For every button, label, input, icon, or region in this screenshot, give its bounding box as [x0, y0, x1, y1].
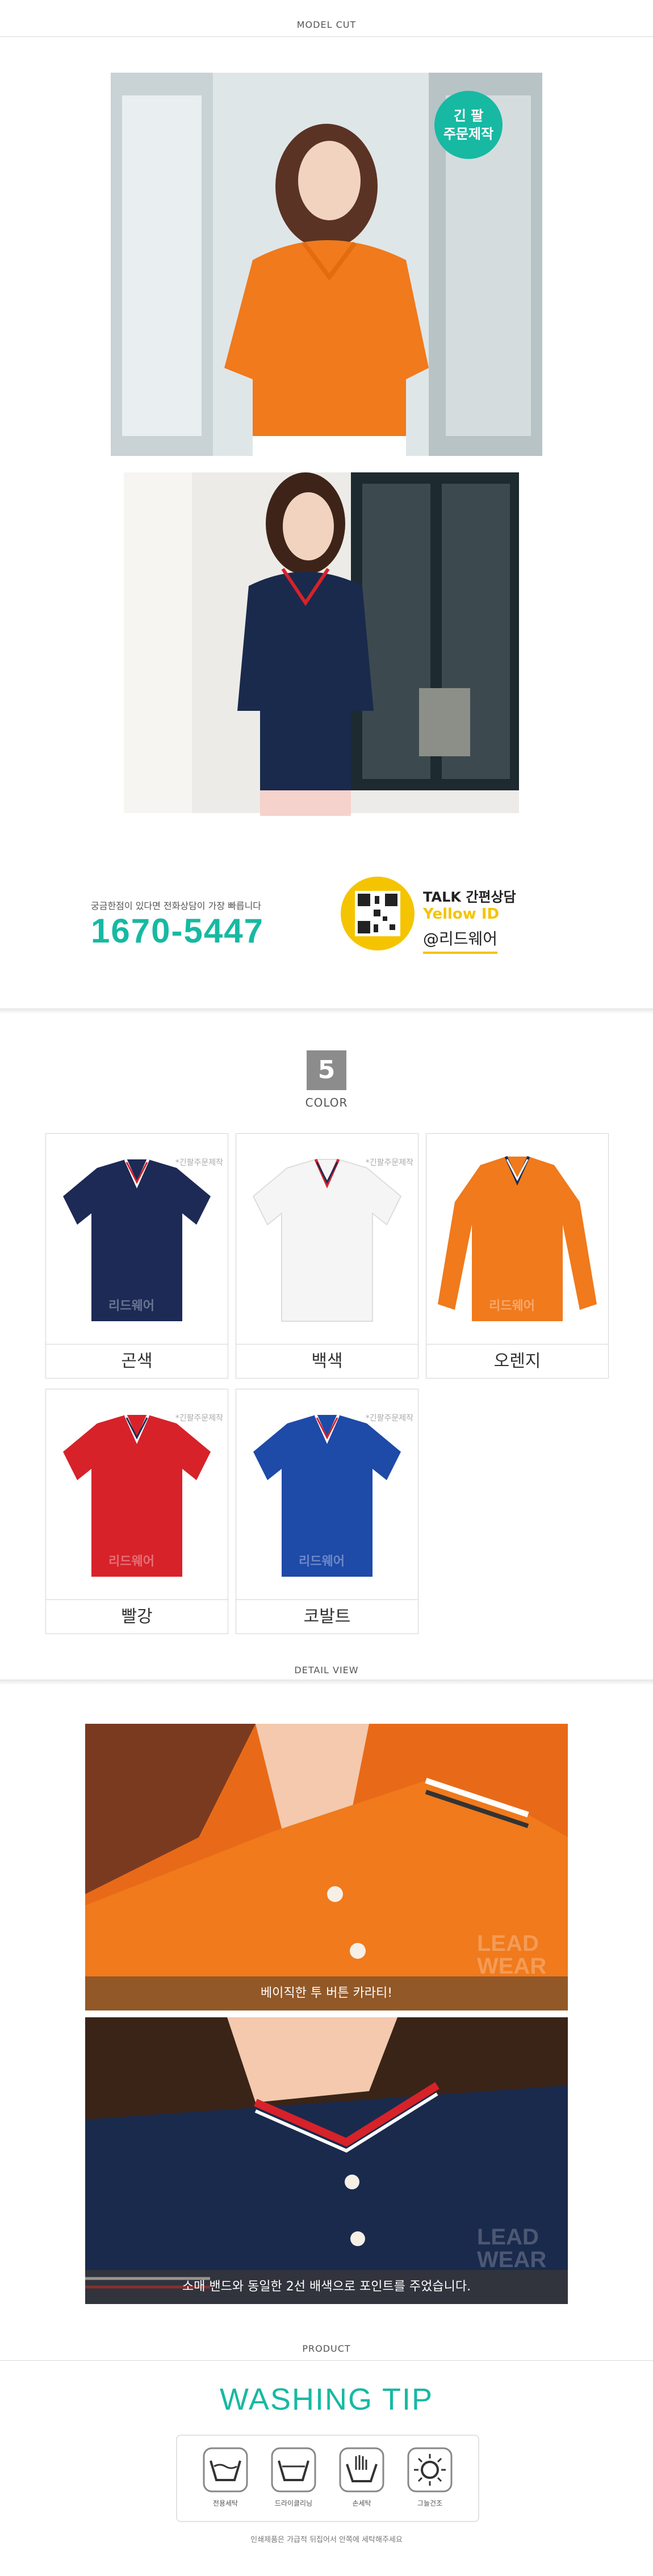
talk-label: TALK	[423, 889, 461, 905]
detail-photo-navy: LEAD WEAR 소매 밴드와 동일한 2선 배색으로 포인트를 주었습니다.	[85, 2017, 568, 2304]
washing-tip-box: 전용세탁 드라이클리닝 손세탁 그늘건조	[176, 2435, 479, 2522]
talk-consult-label: TALK 간편상담	[423, 886, 516, 906]
model-photo-navy	[124, 472, 519, 857]
yellow-id-label: Yellow ID	[423, 906, 500, 923]
swatch-card-cobalt[interactable]: *긴팔주문제작 리드웨어 코발트	[236, 1389, 418, 1634]
product-title: PRODUCT	[302, 2343, 351, 2354]
dry-clean-icon	[271, 2447, 316, 2493]
swatch-label-white: 백색	[236, 1344, 418, 1379]
swatch-card-orange[interactable]: 리드웨어 오렌지	[426, 1133, 609, 1379]
section-shadow	[0, 1679, 653, 1685]
shade-dry-icon	[407, 2447, 453, 2493]
swatch-card-white[interactable]: *긴팔주문제작 백색	[236, 1133, 418, 1379]
order-badge: 긴 팔 주문제작	[434, 91, 503, 159]
watermark-logo: 리드웨어	[108, 1555, 154, 1569]
color-title: COLOR	[305, 1096, 348, 1109]
swatch-card-navy[interactable]: *긴팔주문제작 리드웨어 곤색	[45, 1133, 228, 1379]
section-shadow	[0, 1008, 653, 1014]
wash-item-1: 전용세탁	[194, 2447, 257, 2510]
swatch-note: *긴팔주문제작	[175, 1158, 223, 1167]
swatch-note: *긴팔주문제작	[175, 1414, 223, 1423]
detail-photo-orange: LEAD WEAR 베이직한 투 버튼 카라티!	[85, 1724, 568, 2010]
badge-line1: 긴 팔	[453, 108, 484, 124]
washing-tip-title: WASHING TIP	[219, 2382, 434, 2416]
badge-line2: 주문제작	[443, 126, 494, 142]
detail-caption-1: 베이직한 투 버튼 카라티!	[85, 1976, 568, 2010]
swatch-card-red[interactable]: *긴팔주문제작 리드웨어 빨강	[45, 1389, 228, 1634]
swatch-label-cobalt: 코발트	[236, 1599, 418, 1634]
swatch-label-red: 빨강	[46, 1599, 228, 1634]
hand-wash-icon	[339, 2447, 384, 2493]
swatch-label-navy: 곤색	[46, 1344, 228, 1379]
contact-phone[interactable]: 1670-5447	[91, 911, 318, 950]
svg-text:WEAR: WEAR	[477, 2247, 546, 2272]
consult-label: 간편상담	[466, 889, 516, 905]
svg-text:LEAD: LEAD	[477, 1931, 539, 1956]
svg-text:LEAD: LEAD	[477, 2225, 539, 2250]
section-divider	[0, 2360, 653, 2361]
watermark-logo: 리드웨어	[489, 1299, 535, 1313]
model-cut-title: MODEL CUT	[296, 19, 357, 30]
section-divider	[0, 36, 653, 37]
swatch-note: *긴팔주문제작	[365, 1158, 413, 1167]
detail-caption-2: 소매 밴드와 동일한 2선 배색으로 포인트를 주었습니다.	[85, 2270, 568, 2304]
wash-label: 그늘건조	[417, 2499, 443, 2507]
wash-label: 전용세탁	[212, 2499, 238, 2507]
washing-footnote: 인쇄제품은 가급적 뒤집어서 안쪽에 세탁해주세요	[250, 2536, 403, 2544]
swatch-label-orange: 오렌지	[426, 1344, 608, 1379]
wash-item-3: 손세탁	[330, 2447, 393, 2510]
color-count-box: 5	[307, 1050, 346, 1090]
watermark-logo: 리드웨어	[108, 1299, 154, 1313]
detail-view-title: DETAIL VIEW	[294, 1665, 359, 1676]
kakao-qr-code[interactable]	[341, 877, 415, 950]
kakao-id[interactable]: @리드웨어	[423, 927, 498, 954]
svg-text:WEAR: WEAR	[477, 1954, 546, 1979]
wash-item-4: 그늘건조	[399, 2447, 461, 2510]
wash-label: 손세탁	[352, 2499, 371, 2507]
wash-tub-icon	[203, 2447, 248, 2493]
watermark-logo: 리드웨어	[299, 1555, 345, 1569]
wash-item-2: 드라이클리닝	[262, 2447, 325, 2510]
swatch-note: *긴팔주문제작	[365, 1414, 413, 1423]
contact-question: 궁금한점이 있다면 전화상담이 가장 빠릅니다	[91, 900, 262, 911]
wash-label: 드라이클리닝	[274, 2499, 313, 2507]
